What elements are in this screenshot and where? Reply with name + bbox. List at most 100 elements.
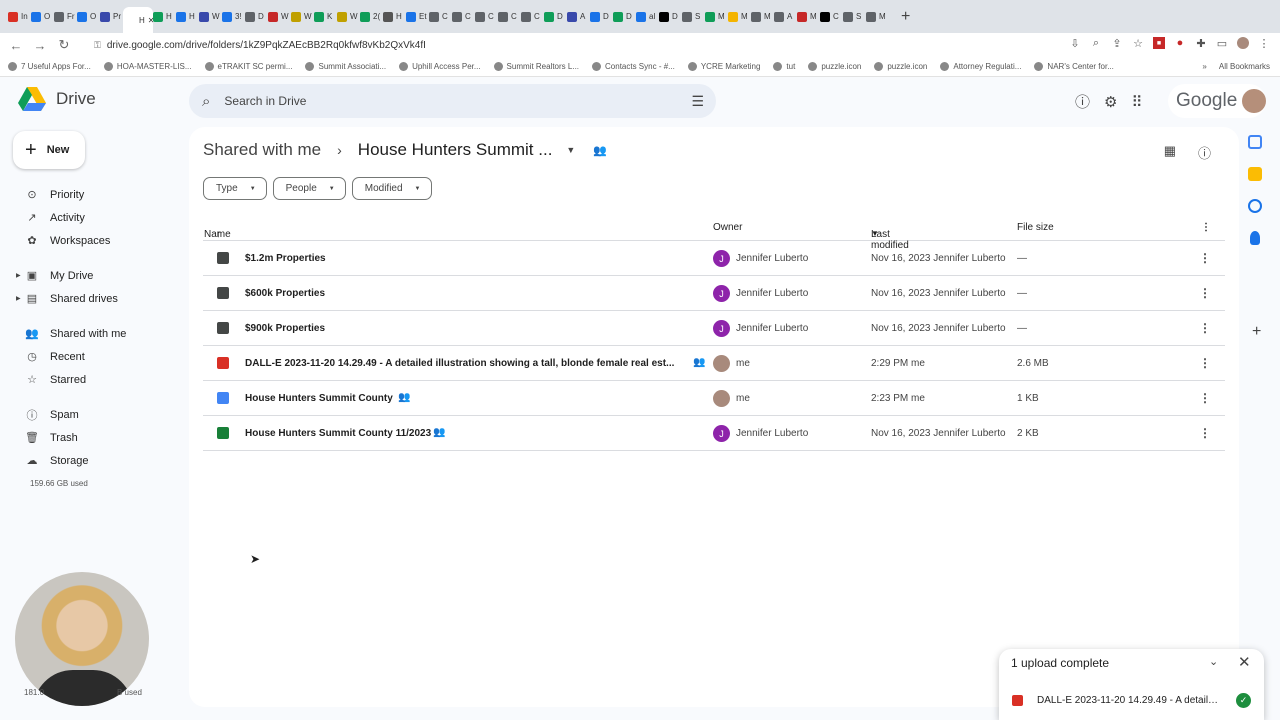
browser-tab[interactable]: H [383,7,406,27]
browser-tab[interactable]: W [291,7,314,27]
filter-people[interactable]: People ▼ [272,177,346,200]
browser-tab[interactable]: W [337,7,360,27]
zoom-icon[interactable]: ⌕ [1090,37,1102,49]
bookmark-item[interactable]: Attorney Regulati... [940,62,1021,71]
google-account-button[interactable]: Google [1168,84,1266,118]
sidebar-item-trash[interactable]: 🗑 Trash [0,426,180,449]
browser-tab[interactable]: Fr [54,7,77,27]
new-tab-icon[interactable]: + [901,8,910,26]
sidepanel-icon[interactable]: ▭ [1216,37,1228,50]
browser-tab[interactable]: W [199,7,222,27]
table-row[interactable]: House Hunters Summit County 11/2023 👥 J Jen… [203,416,1225,451]
tasks-icon[interactable] [1248,199,1262,213]
browser-tab[interactable]: M [728,7,751,27]
more-actions-icon[interactable]: ⋮ [1199,391,1211,405]
url-field[interactable]: ⚿ drive.google.com/drive/folders/1kZ9PqkZ… [94,40,426,51]
details-info-icon[interactable]: ⓘ [1198,143,1211,162]
settings-gear-icon[interactable]: ⚙ [1104,93,1117,111]
browser-tab[interactable]: C [498,7,521,27]
back-icon[interactable]: ← [8,38,24,53]
filter-modified[interactable]: Modified ▼ [351,177,432,200]
browser-tab[interactable]: al [636,7,659,27]
drive-logo[interactable]: Drive [18,87,96,111]
sidebar-item-activity[interactable]: ↗ Activity [0,206,180,229]
column-options-icon[interactable]: ⋮ [1201,222,1211,233]
sidebar-item-workspaces[interactable]: ✿ Workspaces [0,229,180,252]
browser-tab[interactable]: M [705,7,728,27]
bookmark-item[interactable]: Summit Realtors L... [493,62,579,71]
browser-tab[interactable]: O [77,7,100,27]
close-icon[interactable]: ✕ [1238,653,1251,671]
browser-tab[interactable]: S [843,7,866,27]
search-input[interactable] [224,94,645,108]
file-name[interactable]: $1.2m Properties [245,253,326,264]
browser-tab[interactable]: Pr [100,7,123,27]
keep-icon[interactable] [1248,167,1262,181]
browser-tab[interactable]: O [31,7,54,27]
sort-arrow-up-icon[interactable]: ↑ [216,229,221,240]
menu-icon[interactable]: ⋮ [1258,37,1270,50]
puzzle-icon[interactable]: ✚ [1195,37,1207,50]
sidebar-item-shared-drives[interactable]: ▶ ▤ Shared drives [0,287,180,310]
search-icon[interactable]: ⌕ [202,93,210,110]
sidebar-item-my-drive[interactable]: ▶ ▣ My Drive [0,264,180,287]
search-bar[interactable]: ⌕ ☰ [189,84,716,118]
more-actions-icon[interactable]: ⋮ [1199,356,1211,370]
browser-tab[interactable]: M [797,7,820,27]
grid-view-icon[interactable]: ▦ [1164,143,1176,162]
sidebar-item-recent[interactable]: ◷ Recent [0,345,180,368]
shared-folder-people-icon[interactable]: 👥 [593,144,607,157]
browser-tab[interactable]: H ✕ [123,7,153,33]
browser-tab[interactable]: K [314,7,337,27]
browser-tab[interactable]: C [521,7,544,27]
breadcrumb-root[interactable]: Shared with me [203,140,321,160]
folder-menu-dropdown-icon[interactable]: ▼ [566,145,575,155]
browser-tab[interactable]: C [429,7,452,27]
reload-icon[interactable]: ↻ [56,37,72,53]
expand-caret-icon[interactable]: ▶ [16,295,21,302]
browser-tab[interactable]: M [751,7,774,27]
header-file-size[interactable]: File size [1017,222,1054,233]
bookmark-star-icon[interactable]: ☆ [1132,37,1144,50]
browser-tab[interactable]: D [659,7,682,27]
header-owner[interactable]: Owner [713,222,742,233]
browser-tab[interactable]: 3! [222,7,245,27]
browser-tab[interactable]: D [544,7,567,27]
browser-tab[interactable]: C [820,7,843,27]
bookmark-item[interactable]: puzzle.icon [808,62,861,71]
file-name[interactable]: $900k Properties [245,323,325,334]
sidebar-item-shared-with-me[interactable]: 👥 Shared with me [0,322,180,345]
bookmark-item[interactable]: Contacts Sync - #... [592,62,675,71]
bookmark-item[interactable]: eTRAKIT SC permi... [204,62,292,71]
bookmark-item[interactable]: tut [773,62,795,71]
file-name[interactable]: DALL-E 2023-11-20 14.29.49 - A detailed … [245,358,674,369]
browser-tab[interactable]: A [567,7,590,27]
browser-tab[interactable]: H [153,7,176,27]
share-icon[interactable]: ⇪ [1111,37,1123,50]
browser-tab[interactable]: Et [406,7,429,27]
calendar-icon[interactable] [1248,135,1262,149]
sidebar-item-priority[interactable]: ⊙ Priority [0,183,180,206]
bookmark-item[interactable]: Summit Associati... [305,62,386,71]
pinterest-icon[interactable]: ● [1174,37,1186,49]
bookmark-item[interactable]: YCRE Marketing [687,62,760,71]
forward-icon[interactable]: → [32,38,48,53]
browser-tab[interactable]: D [590,7,613,27]
table-row[interactable]: DALL-E 2023-11-20 14.29.49 - A detailed … [203,346,1225,381]
all-bookmarks-button[interactable]: » All Bookmarks [1202,62,1270,71]
file-name[interactable]: $600k Properties [245,288,325,299]
new-button[interactable]: + New [13,131,85,169]
bookmark-item[interactable]: 7 Useful Apps For... [8,62,91,71]
file-name[interactable]: House Hunters Summit County [245,393,393,404]
file-name[interactable]: House Hunters Summit County 11/2023 [245,428,431,439]
add-addon-icon[interactable]: + [1252,323,1261,341]
filter-type[interactable]: Type ▼ [203,177,267,200]
table-row[interactable]: $1.2m Properties J Jennifer Luberto Nov 16,… [203,241,1225,276]
sidebar-item-storage[interactable]: ☁ Storage [0,449,180,472]
upload-file-name[interactable]: DALL-E 2023-11-20 14.29.49 - A detailed … [1037,695,1222,706]
bookmark-item[interactable]: Uphill Access Per... [399,62,481,71]
sidebar-item-spam[interactable]: ⓘ Spam [0,403,180,426]
collapse-chevron-icon[interactable]: ⌄ [1209,655,1218,668]
browser-tab[interactable]: M [866,7,889,27]
browser-tab[interactable]: D [613,7,636,27]
